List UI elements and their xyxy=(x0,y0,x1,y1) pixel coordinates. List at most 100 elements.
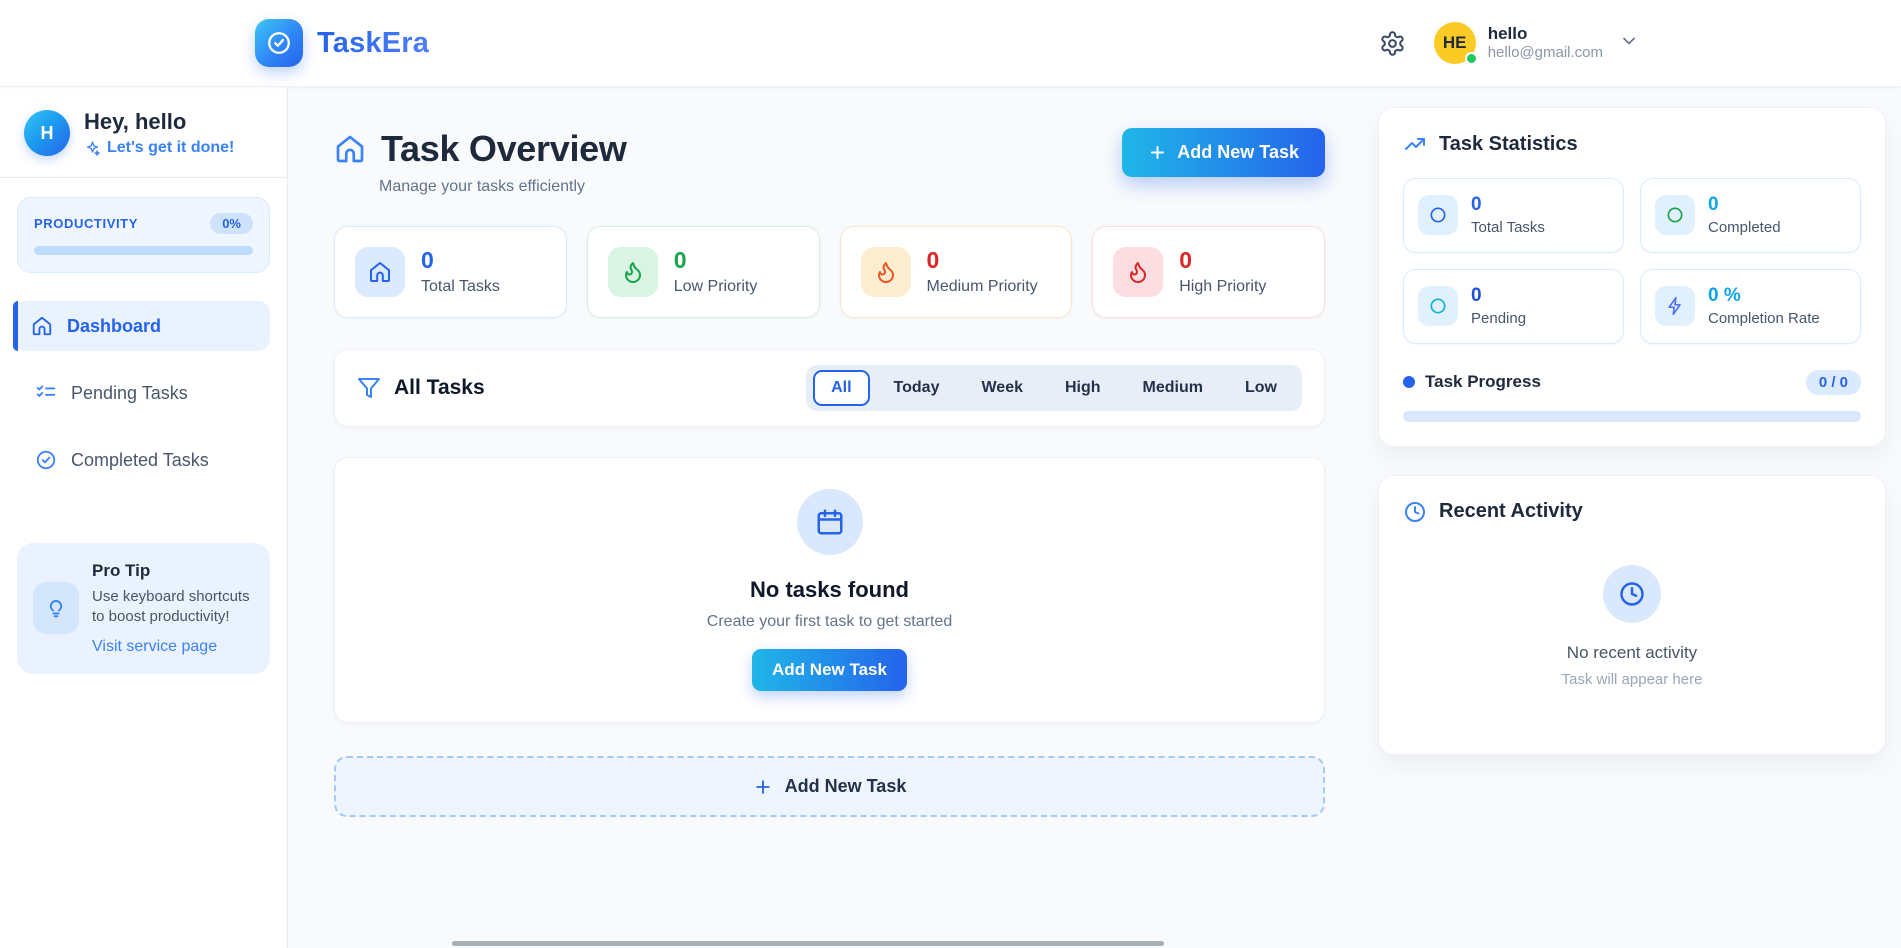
header-actions: HE hello hello@gmail.com xyxy=(1378,22,1639,64)
trending-up-icon xyxy=(1403,132,1427,156)
top-header: TaskEra HE hello hello@gmail.com xyxy=(0,0,1901,87)
sidebar-user-block: H Hey, hello Let's get it done! xyxy=(0,87,287,177)
task-progressbar xyxy=(1403,411,1861,422)
empty-state-title: No tasks found xyxy=(750,577,909,603)
ministat-value: 0 % xyxy=(1708,286,1820,307)
page-title: Task Overview xyxy=(381,128,627,170)
avatar-initials: HE xyxy=(1443,33,1467,53)
circle-icon xyxy=(1418,195,1458,235)
ministat-label: Pending xyxy=(1471,310,1526,327)
page-subtitle: Manage your tasks efficiently xyxy=(379,178,627,196)
sidebar-item-pending-tasks[interactable]: Pending Tasks xyxy=(17,368,270,418)
sidebar-tagline: Let's get it done! xyxy=(84,139,234,157)
nav-label: Pending Tasks xyxy=(71,383,188,404)
tasks-section-title: All Tasks xyxy=(394,376,485,400)
ministat-label: Completion Rate xyxy=(1708,310,1820,327)
ministat-value: 0 xyxy=(1471,195,1545,216)
sidebar: H Hey, hello Let's get it done! PRODUCTI… xyxy=(0,87,288,948)
statistics-grid: 0 Total Tasks 0 Completed xyxy=(1403,178,1861,344)
productivity-percent-badge: 0% xyxy=(210,213,253,234)
chevron-down-icon[interactable] xyxy=(1619,31,1639,56)
user-avatar: HE xyxy=(1434,22,1476,64)
stat-value: 0 xyxy=(421,248,500,273)
plus-icon xyxy=(1148,143,1167,162)
filter-all[interactable]: All xyxy=(813,370,869,406)
ministat-total-tasks: 0 Total Tasks xyxy=(1403,178,1624,253)
stat-card-total-tasks: 0 Total Tasks xyxy=(334,226,567,318)
sidebar-divider xyxy=(0,177,287,178)
stat-card-high-priority: 0 High Priority xyxy=(1092,226,1325,318)
sidebar-avatar: H xyxy=(24,110,70,156)
filter-funnel-icon xyxy=(357,376,381,400)
plus-icon xyxy=(753,777,773,797)
logo-check-icon xyxy=(255,19,303,67)
filter-today[interactable]: Today xyxy=(876,370,958,406)
productivity-card: PRODUCTIVITY 0% xyxy=(17,197,270,273)
stat-value: 0 xyxy=(1179,248,1266,273)
add-new-task-button[interactable]: Add New Task xyxy=(1122,128,1325,177)
productivity-label: PRODUCTIVITY xyxy=(34,216,138,231)
clock-icon xyxy=(1403,500,1427,524)
stat-card-low-priority: 0 Low Priority xyxy=(587,226,820,318)
priority-stats-row: 0 Total Tasks 0 Low Priority 0 xyxy=(334,226,1325,318)
user-name: hello xyxy=(1488,23,1603,44)
settings-gear-icon[interactable] xyxy=(1378,28,1408,58)
clock-icon xyxy=(1603,565,1661,623)
sparkles-icon xyxy=(84,140,101,157)
activity-title: Recent Activity xyxy=(1439,500,1583,523)
flame-icon xyxy=(861,247,911,297)
right-panel: Task Statistics 0 Total Tasks xyxy=(1378,87,1886,948)
task-statistics-card: Task Statistics 0 Total Tasks xyxy=(1378,107,1886,447)
flame-icon xyxy=(1113,247,1163,297)
stat-label: Medium Priority xyxy=(927,278,1038,296)
dashed-add-task-button[interactable]: Add New Task xyxy=(334,756,1325,817)
ministat-label: Completed xyxy=(1708,219,1781,236)
sidebar-item-completed-tasks[interactable]: Completed Tasks xyxy=(17,435,270,485)
empty-add-task-button[interactable]: Add New Task xyxy=(752,649,907,691)
pro-tip-card: Pro Tip Use keyboard shortcuts to boost … xyxy=(17,543,270,674)
tasks-empty-panel: No tasks found Create your first task to… xyxy=(334,457,1325,723)
visit-service-link[interactable]: Visit service page xyxy=(92,638,217,656)
ministat-label: Total Tasks xyxy=(1471,219,1545,236)
sidebar-item-dashboard[interactable]: Dashboard xyxy=(13,301,270,351)
stat-value: 0 xyxy=(674,248,758,273)
app-logo[interactable]: TaskEra xyxy=(255,19,429,67)
stat-label: Low Priority xyxy=(674,278,758,296)
app-name: TaskEra xyxy=(317,27,429,60)
user-meta: hello hello@gmail.com xyxy=(1488,23,1603,63)
taskera-app: TaskEra HE hello hello@gmail.com xyxy=(0,0,1901,948)
activity-empty-title: No recent activity xyxy=(1567,643,1697,663)
circle-icon xyxy=(1655,195,1695,235)
filter-medium[interactable]: Medium xyxy=(1125,370,1221,406)
all-tasks-bar: All Tasks All Today Week High Medium Low xyxy=(334,349,1325,427)
productivity-progressbar xyxy=(34,246,253,255)
filter-high[interactable]: High xyxy=(1047,370,1119,406)
task-progress-count-badge: 0 / 0 xyxy=(1806,370,1861,395)
pro-tip-body: Use keyboard shortcuts to boost producti… xyxy=(92,587,254,628)
page-header: Task Overview Manage your tasks efficien… xyxy=(334,128,1325,196)
ministat-completion-rate: 0 % Completion Rate xyxy=(1640,269,1861,344)
stat-label: High Priority xyxy=(1179,278,1266,296)
filter-week[interactable]: Week xyxy=(963,370,1041,406)
pro-tip-title: Pro Tip xyxy=(92,561,254,581)
ministat-value: 0 xyxy=(1471,286,1526,307)
task-progress-label: Task Progress xyxy=(1425,372,1541,392)
nav-label: Dashboard xyxy=(67,316,161,337)
task-filter-group: All Today Week High Medium Low xyxy=(806,365,1302,411)
sidebar-nav: Dashboard Pending Tasks Completed Tasks xyxy=(0,301,287,485)
filter-low[interactable]: Low xyxy=(1227,370,1295,406)
stat-card-medium-priority: 0 Medium Priority xyxy=(840,226,1073,318)
horizontal-scrollbar[interactable] xyxy=(452,941,1164,946)
progress-dot-icon xyxy=(1403,376,1415,388)
task-progress-row: Task Progress 0 / 0 xyxy=(1403,370,1861,395)
activity-empty-subtitle: Task will appear here xyxy=(1562,671,1703,688)
ministat-pending: 0 Pending xyxy=(1403,269,1624,344)
home-icon xyxy=(31,315,53,337)
lightbulb-icon xyxy=(33,582,79,634)
ministat-value: 0 xyxy=(1708,195,1781,216)
user-menu[interactable]: HE hello hello@gmail.com xyxy=(1434,22,1639,64)
flame-icon xyxy=(608,247,658,297)
ministat-completed: 0 Completed xyxy=(1640,178,1861,253)
online-status-dot xyxy=(1465,52,1478,65)
add-new-task-label: Add New Task xyxy=(1177,142,1299,163)
